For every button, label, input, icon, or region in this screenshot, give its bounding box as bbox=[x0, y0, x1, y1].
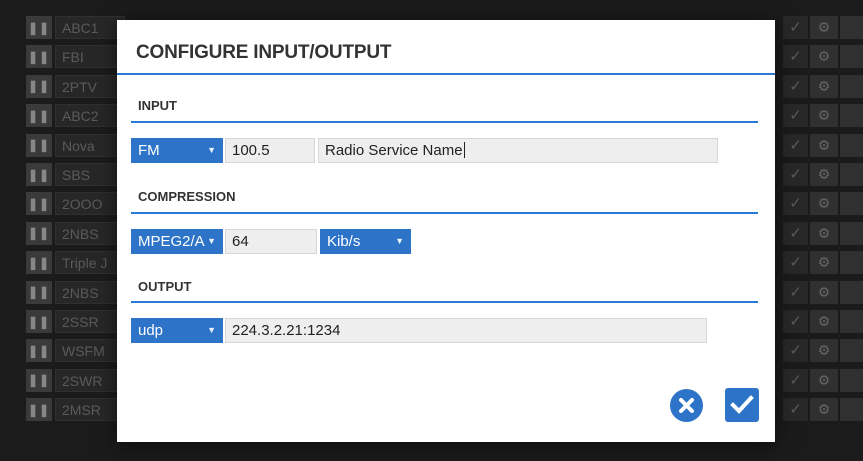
codec-value: MPEG2/A bbox=[138, 233, 205, 250]
output-address-value: 224.3.2.21:1234 bbox=[232, 322, 341, 339]
chevron-down-icon: ▼ bbox=[207, 236, 216, 246]
service-name-value: Radio Service Name bbox=[325, 142, 463, 159]
output-section-divider bbox=[131, 301, 758, 303]
chevron-down-icon: ▼ bbox=[395, 236, 404, 246]
dialog-title: CONFIGURE INPUT/OUTPUT bbox=[136, 42, 392, 63]
chevron-down-icon: ▼ bbox=[207, 145, 216, 155]
output-section-label: OUTPUT bbox=[138, 279, 192, 294]
bitrate-input[interactable]: 64 bbox=[225, 229, 317, 254]
input-band-select[interactable]: FM ▼ bbox=[131, 138, 223, 163]
bitrate-value: 64 bbox=[232, 233, 249, 250]
title-divider bbox=[117, 73, 775, 75]
compression-section-label: COMPRESSION bbox=[138, 189, 236, 204]
codec-select[interactable]: MPEG2/A ▼ bbox=[131, 229, 223, 254]
bitrate-unit-value: Kib/s bbox=[327, 233, 361, 250]
compression-section-divider bbox=[131, 212, 758, 214]
confirm-button[interactable] bbox=[725, 388, 759, 422]
output-address-input[interactable]: 224.3.2.21:1234 bbox=[225, 318, 707, 343]
bitrate-unit-select[interactable]: Kib/s ▼ bbox=[320, 229, 411, 254]
frequency-input[interactable]: 100.5 bbox=[225, 138, 315, 163]
input-section-label: INPUT bbox=[138, 98, 177, 113]
cancel-button[interactable] bbox=[670, 389, 703, 422]
configure-io-dialog: CONFIGURE INPUT/OUTPUT INPUT FM ▼ 100.5 … bbox=[117, 20, 775, 442]
close-icon bbox=[679, 398, 694, 413]
check-icon bbox=[730, 395, 754, 414]
protocol-select[interactable]: udp ▼ bbox=[131, 318, 223, 343]
protocol-value: udp bbox=[138, 322, 164, 339]
frequency-value: 100.5 bbox=[232, 142, 270, 159]
text-cursor bbox=[463, 142, 465, 158]
chevron-down-icon: ▼ bbox=[207, 325, 216, 335]
input-section-divider bbox=[131, 121, 758, 123]
service-name-input[interactable]: Radio Service Name bbox=[318, 138, 718, 163]
input-band-value: FM bbox=[138, 142, 160, 159]
